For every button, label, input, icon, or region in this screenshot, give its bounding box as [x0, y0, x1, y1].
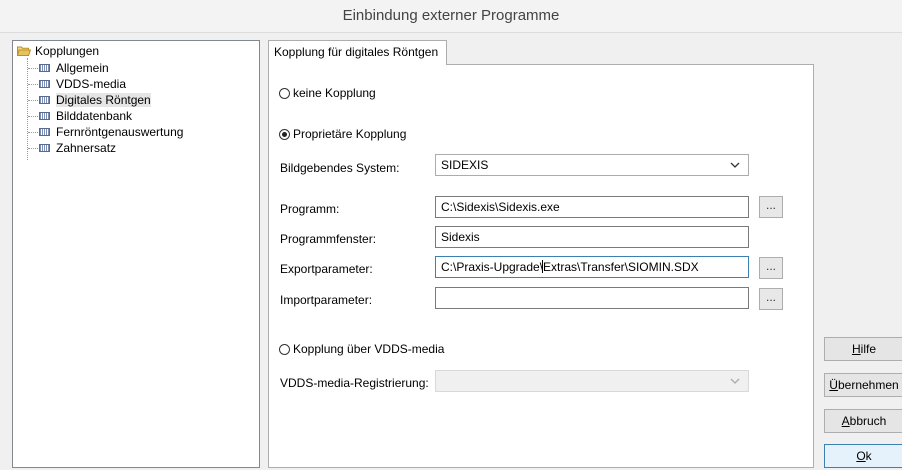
help-button[interactable]: Hilfe [824, 337, 902, 361]
tree-connector [27, 58, 28, 160]
tree-connector [28, 148, 38, 149]
radio-no-coupling[interactable]: keine Kopplung [279, 86, 376, 100]
browse-program-button[interactable]: ... [759, 196, 783, 218]
tree-item-label: Zahnersatz [56, 141, 117, 155]
tree-item-bilddatenbank[interactable]: Bilddatenbank [39, 109, 132, 123]
program-window-label: Programmfenster: [280, 232, 377, 246]
tree-root-label: Kopplungen [35, 44, 100, 58]
radio-label: Proprietäre Kopplung [293, 127, 407, 141]
browse-export-button[interactable]: ... [759, 257, 783, 279]
radio-circle [279, 87, 290, 99]
tree-connector [28, 100, 38, 101]
ok-button[interactable]: Ok [824, 444, 902, 468]
program-field[interactable]: C:\Sidexis\Sidexis.exe [435, 196, 749, 218]
tree-item-digitales-roentgen[interactable]: Digitales Röntgen [39, 93, 151, 107]
radio-label: Kopplung über VDDS-media [293, 342, 445, 356]
cancel-button[interactable]: Abbruch [824, 409, 902, 433]
tree-connector [28, 68, 38, 69]
list-node-icon [39, 80, 50, 88]
imaging-system-label: Bildgebendes System: [280, 161, 400, 175]
tree-item-label: Bilddatenbank [56, 109, 133, 123]
tree-item-label: Fernröntgenauswertung [56, 125, 184, 139]
program-window-field[interactable]: Sidexis [435, 226, 749, 248]
tree-connector [28, 84, 38, 85]
tree-item-allgemein[interactable]: Allgemein [39, 61, 109, 75]
list-node-icon [39, 112, 50, 120]
text-cursor [542, 260, 543, 273]
apply-button[interactable]: Übernehmen [824, 373, 902, 397]
radio-proprietary-coupling[interactable]: Proprietäre Kopplung [279, 127, 406, 141]
window-title: Einbindung externer Programme [0, 0, 902, 33]
radio-label: keine Kopplung [293, 86, 376, 100]
tree-item-label: VDDS-media [56, 77, 127, 91]
radio-vdds-media-coupling[interactable]: Kopplung über VDDS-media [279, 342, 444, 356]
vdds-registration-select[interactable] [435, 370, 749, 392]
chevron-down-icon [730, 162, 740, 168]
tree-item-vdds-media[interactable]: VDDS-media [39, 77, 126, 91]
tree-item-zahnersatz[interactable]: Zahnersatz [39, 141, 116, 155]
settings-panel: keine Kopplung Proprietäre Kopplung Bild… [268, 64, 814, 468]
imaging-system-select[interactable]: SIDEXIS [435, 154, 749, 176]
chevron-down-icon [730, 378, 740, 384]
list-node-icon [39, 144, 50, 152]
import-parameter-label: Importparameter: [280, 293, 373, 307]
list-node-icon [39, 128, 50, 136]
folder-open-icon [17, 46, 31, 56]
tree-item-label: Allgemein [56, 61, 109, 75]
tree-view[interactable]: Kopplungen Allgemein VDDS-media Digitale… [12, 40, 260, 468]
tree-connector [28, 132, 38, 133]
list-node-icon [39, 64, 50, 72]
tree-item-label: Digitales Röntgen [56, 93, 151, 107]
imaging-system-value: SIDEXIS [441, 158, 489, 172]
radio-circle [279, 128, 290, 140]
tab-digital-xray[interactable]: Kopplung für digitales Röntgen [268, 40, 447, 65]
export-parameter-field[interactable]: C:\Praxis-Upgrade\Extras\Transfer\SIOMIN… [435, 256, 749, 278]
export-parameter-label: Exportparameter: [280, 262, 373, 276]
vdds-registration-label: VDDS-media-Registrierung: [280, 376, 429, 390]
import-parameter-field[interactable] [435, 287, 749, 309]
radio-circle [279, 343, 290, 355]
tree-root[interactable]: Kopplungen [17, 44, 99, 58]
program-label: Programm: [280, 202, 340, 216]
tree-item-fernroentgenauswertung[interactable]: Fernröntgenauswertung [39, 125, 183, 139]
tree-connector [28, 116, 38, 117]
browse-import-button[interactable]: ... [759, 288, 783, 310]
list-node-icon [39, 96, 50, 104]
